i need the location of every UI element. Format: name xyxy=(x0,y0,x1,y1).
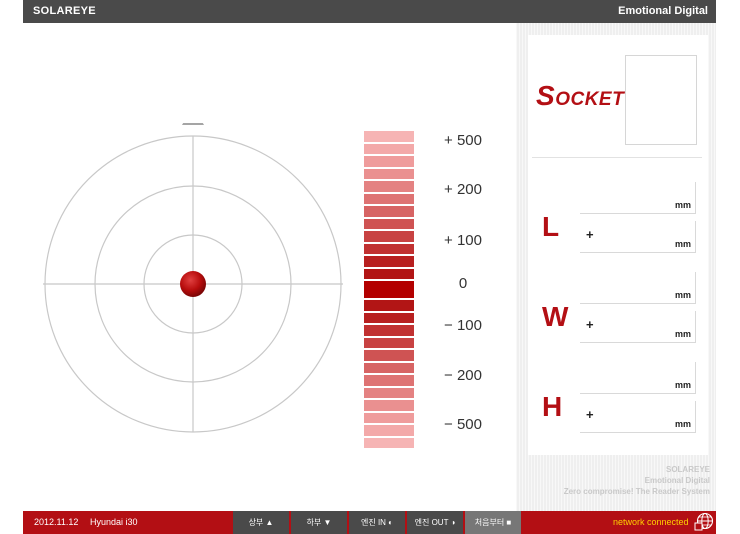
scale-bar-upper-12 xyxy=(364,268,414,279)
scale-bar-upper-9 xyxy=(364,231,414,242)
scale-bar-lower-10 xyxy=(364,412,414,423)
scale-bar-lower-12 xyxy=(364,437,414,448)
tagline: Emotional Digital xyxy=(618,5,708,17)
width-label: W xyxy=(542,301,569,332)
scale-label-minus-100: − 100 xyxy=(444,317,482,334)
scale-bar-upper-4 xyxy=(364,168,414,179)
scale-bar-lower-11 xyxy=(364,425,414,436)
measurement-card: SOCKET L mm + mm W mm + mm H mm + mm xyxy=(528,35,708,455)
length-value-field[interactable]: mm xyxy=(580,182,696,214)
panel-footnote: SOLAREYE Emotional Digital Zero compromi… xyxy=(563,465,710,496)
engine-out-button[interactable]: 엔진 OUT ◑ xyxy=(407,511,463,534)
scale-label-plus-200: + 200 xyxy=(444,181,482,198)
scale-bar-upper-3 xyxy=(364,156,414,167)
right-panel: SOCKET L mm + mm W mm + mm H mm + mm SOLARE… xyxy=(516,23,716,511)
socket-photo-frame xyxy=(625,55,697,145)
network-status: network connected xyxy=(613,517,689,527)
scale-bar-lower-8 xyxy=(364,387,414,398)
length-label: L xyxy=(542,211,560,242)
scale-bar-lower-9 xyxy=(364,400,414,411)
scale-label-plus-100: + 100 xyxy=(444,232,482,249)
engine-in-button[interactable]: 엔진 IN ◐ xyxy=(349,511,405,534)
height-label: H xyxy=(542,391,563,422)
position-indicator-dot xyxy=(180,271,206,297)
vehicle-model: Hyundai i30 xyxy=(90,517,138,527)
restart-button[interactable]: 처음부터 ■ xyxy=(465,511,521,534)
scale-label-minus-200: − 200 xyxy=(444,367,482,384)
scale-label-minus-500: − 500 xyxy=(444,416,482,433)
length-tolerance-field[interactable]: + mm xyxy=(580,221,696,253)
scale-bar-upper-6 xyxy=(364,193,414,204)
top-bar: SOLAREYE Emotional Digital xyxy=(23,0,716,23)
main-area: + 500 + 200 + 100 0 − 100 − 200 − 500 xyxy=(23,23,516,511)
network-globe-icon[interactable] xyxy=(694,512,714,532)
control-buttons: 상부 ▲ 하부 ▼ 엔진 IN ◐ 엔진 OUT ◑ 처음부터 ■ xyxy=(233,511,523,534)
scale-bar-lower-6 xyxy=(364,362,414,373)
scale-bar-upper-10 xyxy=(364,243,414,254)
upper-button[interactable]: 상부 ▲ xyxy=(233,511,289,534)
scale-label-zero: 0 xyxy=(458,275,468,292)
width-value-field[interactable]: mm xyxy=(580,272,696,304)
scale-bar-upper-7 xyxy=(364,206,414,217)
scale-bar-lower-5 xyxy=(364,350,414,361)
lower-button[interactable]: 하부 ▼ xyxy=(291,511,347,534)
scale-bar-lower-4 xyxy=(364,337,414,348)
height-tolerance-field[interactable]: + mm xyxy=(580,401,696,433)
scale-bar-lower-7 xyxy=(364,375,414,386)
socket-logo: SOCKET xyxy=(536,80,625,111)
scale-bar-upper-8 xyxy=(364,218,414,229)
scale-bar-center xyxy=(364,281,414,298)
scale-label-plus-500: + 500 xyxy=(444,132,482,149)
scale-bar-lower-3 xyxy=(364,325,414,336)
divider xyxy=(532,157,702,158)
bottom-bar: 2012.11.12 Hyundai i30 상부 ▲ 하부 ▼ 엔진 IN ◐… xyxy=(23,511,716,534)
scale-bar-lower-1 xyxy=(364,300,414,311)
level-scale-bars xyxy=(364,131,414,450)
height-value-field[interactable]: mm xyxy=(580,362,696,394)
scale-bar-upper-5 xyxy=(364,181,414,192)
scale-bar-upper-1 xyxy=(364,131,414,142)
date-display: 2012.11.12 xyxy=(34,517,79,527)
alignment-target xyxy=(43,123,343,433)
scale-bar-upper-2 xyxy=(364,143,414,154)
brand-logo: SOLAREYE xyxy=(33,5,96,17)
width-tolerance-field[interactable]: + mm xyxy=(580,311,696,343)
scale-bar-upper-11 xyxy=(364,256,414,267)
scale-bar-lower-2 xyxy=(364,312,414,323)
up-arrow-icon xyxy=(182,123,204,125)
